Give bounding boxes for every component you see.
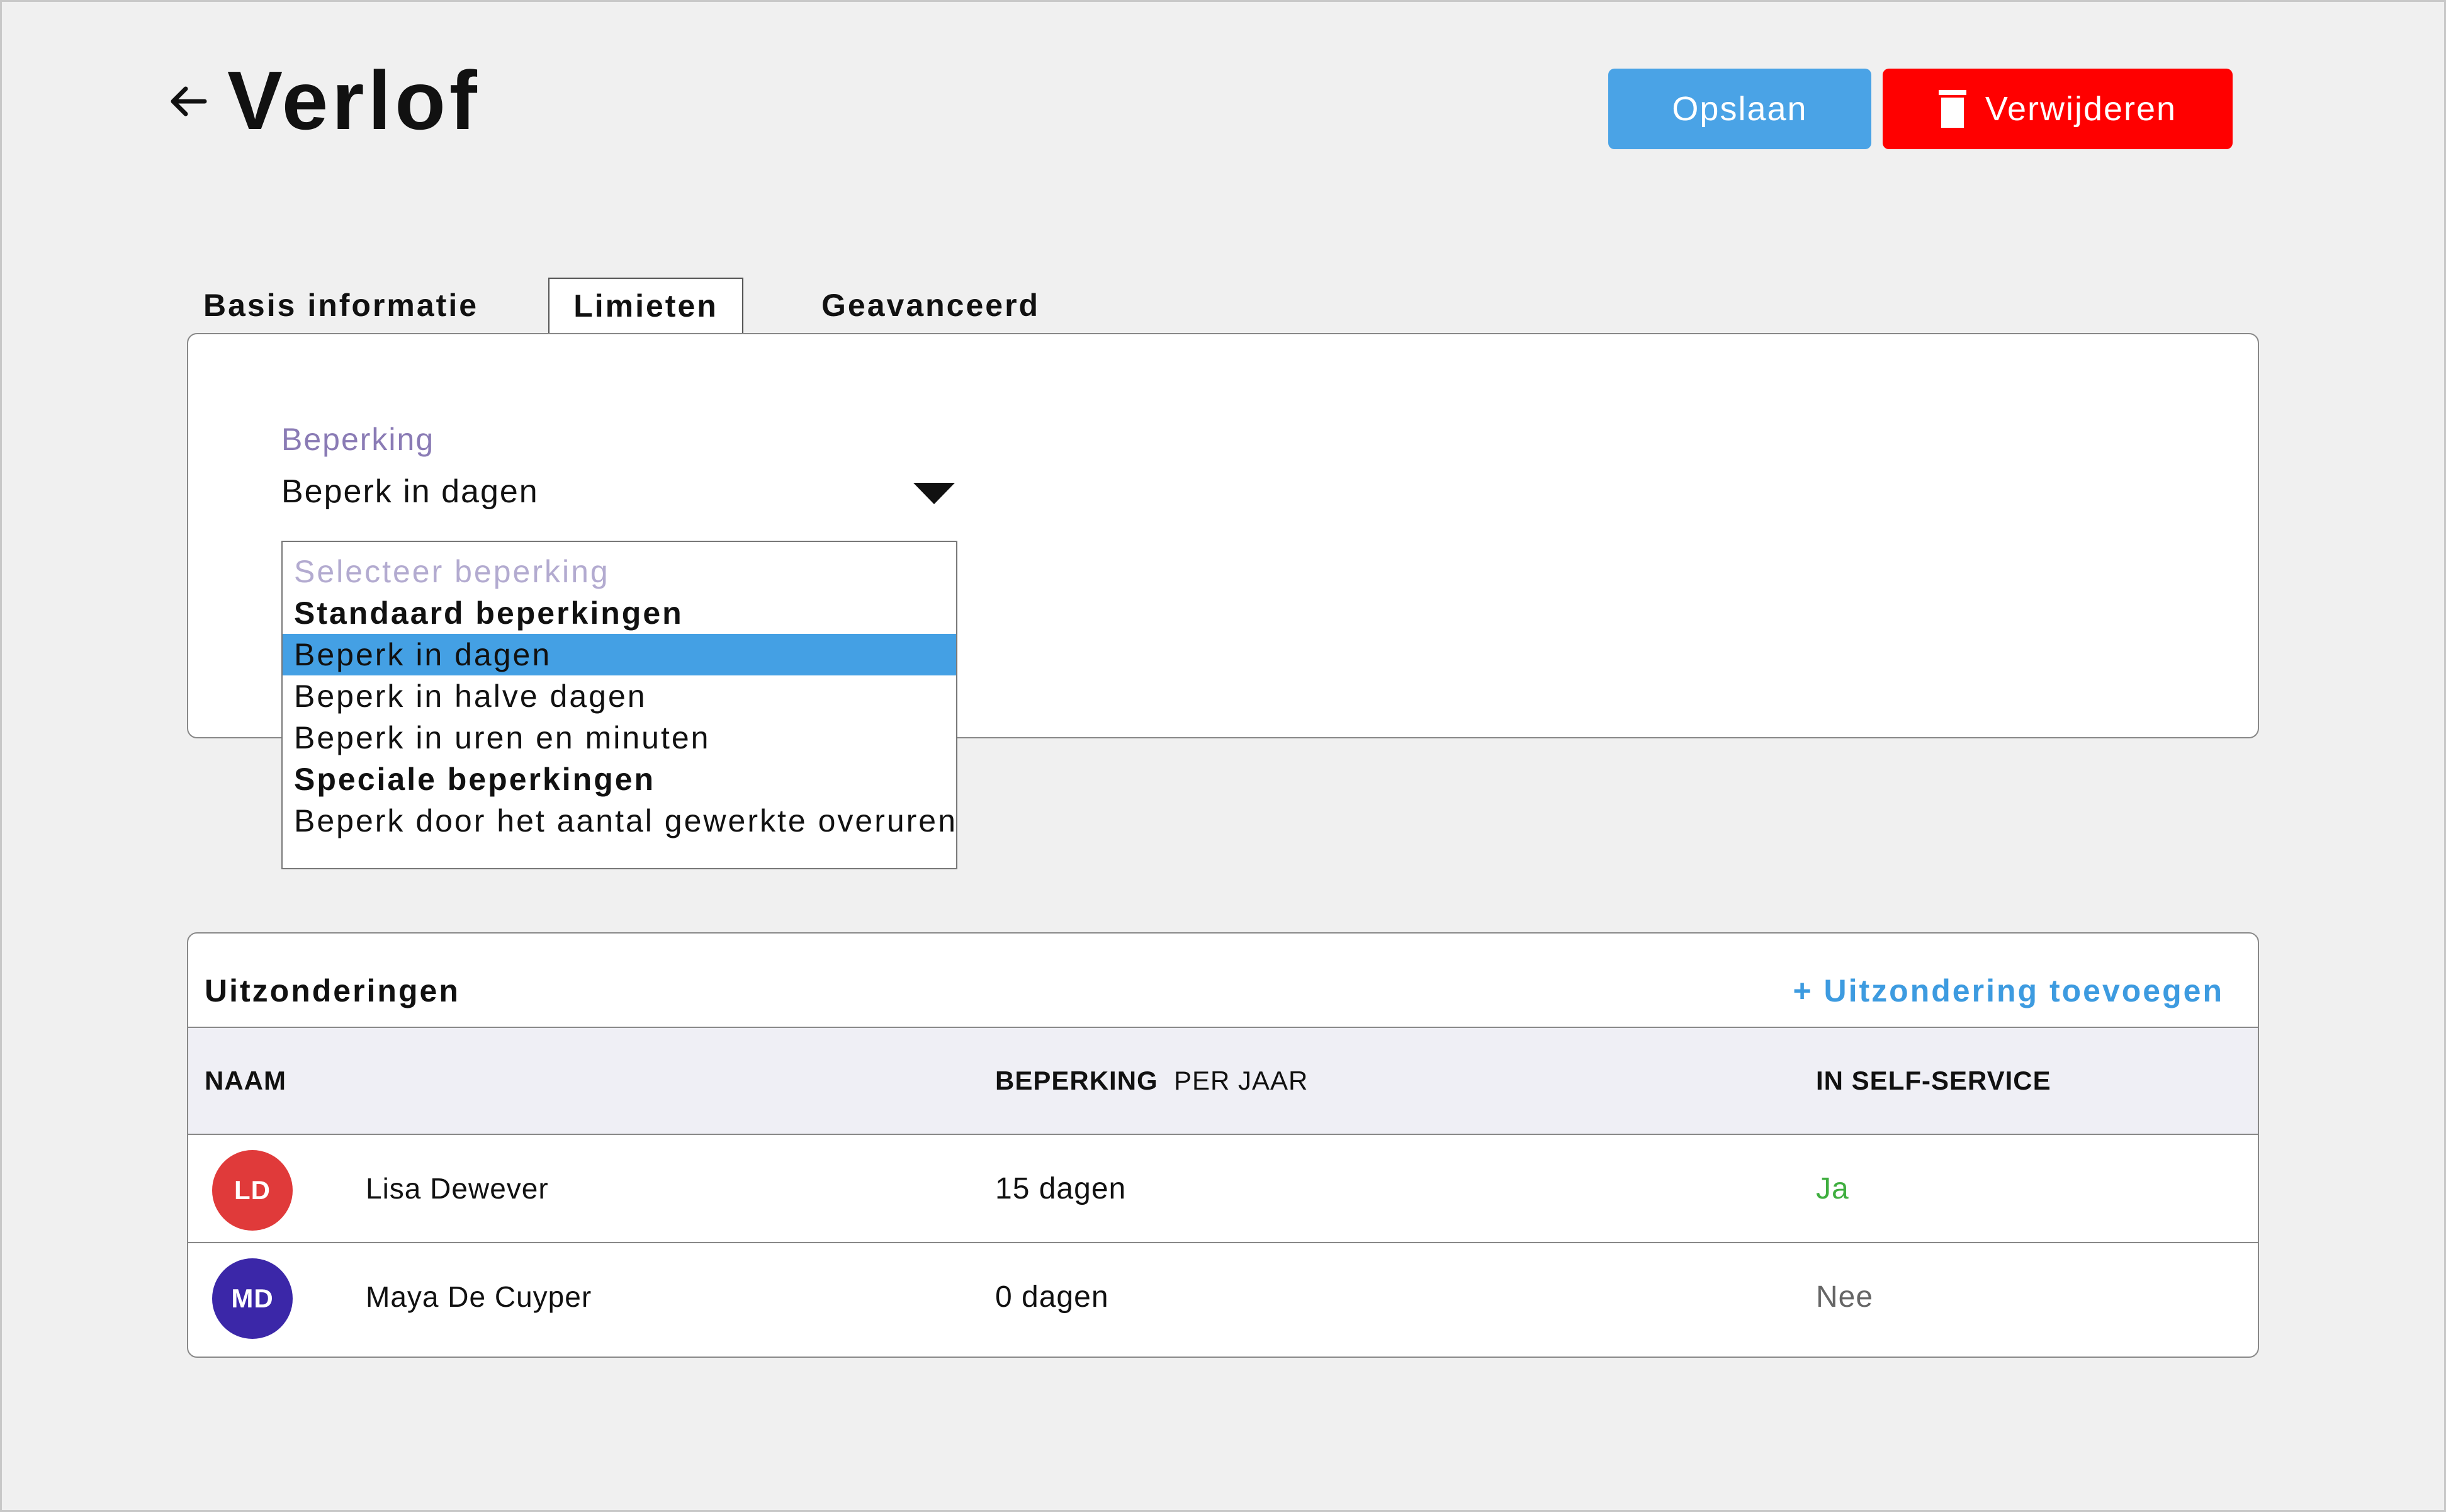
- delete-button-label: Verwijderen: [1985, 90, 2177, 128]
- exceptions-card: Uitzonderingen + Uitzondering toevoegen …: [187, 932, 2259, 1358]
- column-header-naam: NAAM: [205, 1066, 286, 1095]
- save-button-label: Opslaan: [1672, 90, 1808, 128]
- beperking-dropdown-list: Selecteer beperking Standaard beperkinge…: [281, 541, 957, 869]
- add-exception-link[interactable]: + Uitzondering toevoegen: [1793, 973, 2224, 1009]
- dropdown-option-beperk-in-uren-en-minuten[interactable]: Beperk in uren en minuten: [283, 717, 956, 759]
- self-service-value: Ja: [1816, 1172, 1849, 1205]
- page-title: Verlof: [227, 54, 481, 147]
- chevron-down-icon[interactable]: [913, 483, 955, 504]
- back-arrow-icon[interactable]: [167, 82, 211, 120]
- delete-button[interactable]: Verwijderen: [1883, 69, 2233, 149]
- employee-name: Maya De Cuyper: [366, 1280, 592, 1313]
- exceptions-title: Uitzonderingen: [205, 973, 460, 1008]
- save-button[interactable]: Opslaan: [1608, 69, 1871, 149]
- limit-value: 15 dagen: [995, 1172, 1127, 1205]
- dropdown-group-label: Speciale beperkingen: [294, 762, 656, 797]
- beperking-label: Beperking: [281, 422, 435, 457]
- tab-basis-informatie[interactable]: Basis informatie: [203, 278, 478, 333]
- limit-value: 0 dagen: [995, 1280, 1109, 1314]
- column-header-per-jaar: PER JAAR: [1174, 1066, 1309, 1095]
- table-row[interactable]: MD Maya De Cuyper 0 dagen Nee: [188, 1243, 2258, 1351]
- column-header-beperking: BEPERKING: [995, 1066, 1158, 1095]
- self-service-value: Nee: [1816, 1280, 1874, 1314]
- dropdown-placeholder: Selecteer beperking: [294, 554, 610, 589]
- column-header-self-service: IN SELF-SERVICE: [1816, 1066, 2051, 1095]
- avatar: LD: [212, 1150, 293, 1231]
- trash-icon: [1938, 90, 1966, 128]
- table-row[interactable]: LD Lisa Dewever 15 dagen Ja: [188, 1135, 2258, 1243]
- tab-geavanceerd[interactable]: Geavanceerd: [821, 278, 1040, 333]
- dropdown-option-beperk-in-dagen[interactable]: Beperk in dagen: [283, 634, 956, 675]
- dropdown-group-label: Standaard beperkingen: [294, 595, 684, 631]
- table-header: NAAM BEPERKING PER JAAR IN SELF-SERVICE: [188, 1027, 2258, 1135]
- employee-name: Lisa Dewever: [366, 1172, 549, 1205]
- tab-limieten[interactable]: Limieten: [548, 278, 743, 333]
- avatar: MD: [212, 1258, 293, 1339]
- dropdown-option-overuren[interactable]: Beperk door het aantal gewerkte overuren: [283, 800, 956, 842]
- beperking-select[interactable]: Beperk in dagen: [281, 473, 539, 511]
- dropdown-option-beperk-in-halve-dagen[interactable]: Beperk in halve dagen: [283, 675, 956, 717]
